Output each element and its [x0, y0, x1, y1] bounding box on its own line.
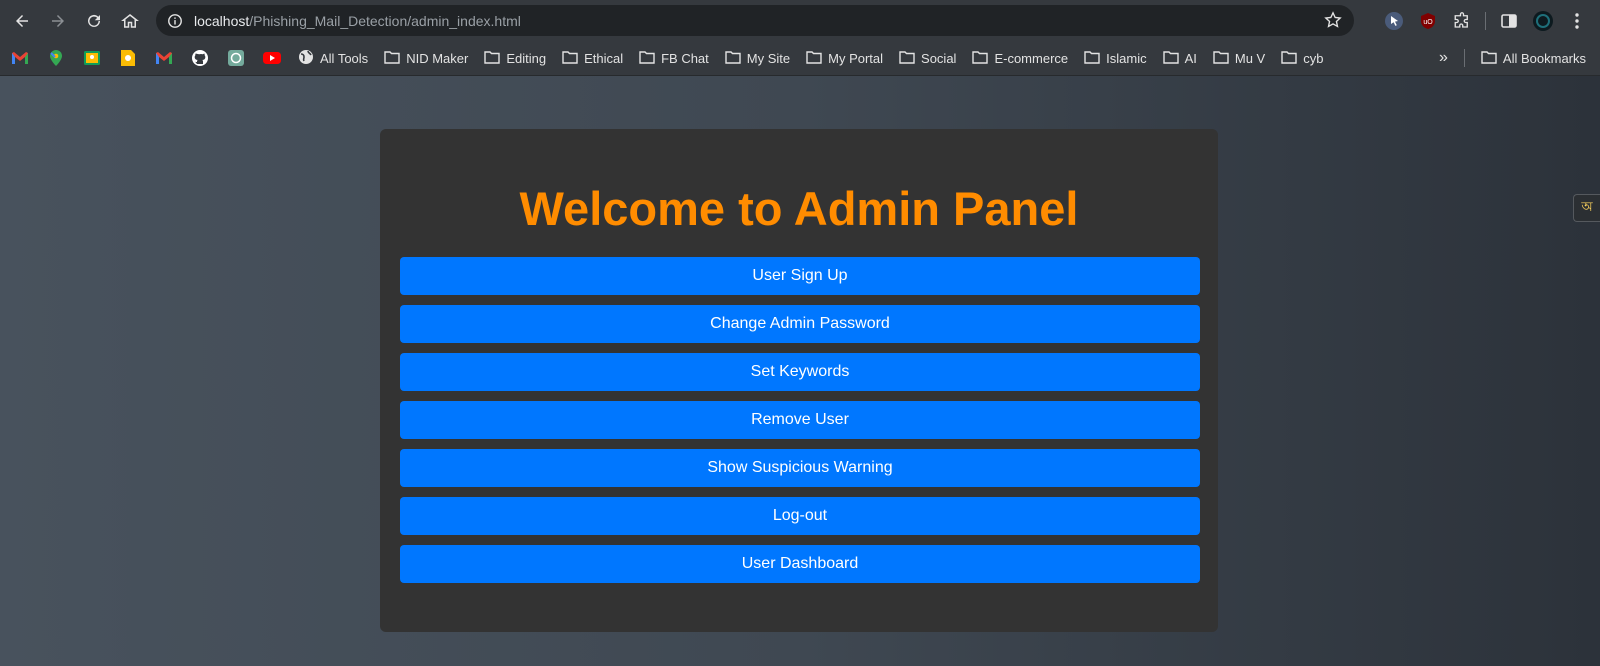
back-arrow-icon[interactable]: [6, 5, 38, 37]
page-content: Welcome to Admin Panel User Sign Up Chan…: [0, 76, 1600, 666]
bookmarks-right: » All Bookmarks: [1431, 41, 1600, 75]
reload-icon[interactable]: [78, 5, 110, 37]
browser-toolbar: localhost/Phishing_Mail_Detection/admin_…: [0, 0, 1600, 41]
folder-icon: [1162, 50, 1179, 67]
show-suspicious-warning-button[interactable]: Show Suspicious Warning: [400, 449, 1200, 487]
page-title: Welcome to Admin Panel: [519, 182, 1079, 235]
side-extension-tab[interactable]: অ: [1573, 194, 1600, 222]
folder-icon: [562, 50, 578, 67]
bookmarks-overflow-icon[interactable]: »: [1431, 49, 1456, 67]
side-panel-icon[interactable]: [1492, 4, 1526, 38]
ublock-icon[interactable]: uO: [1411, 4, 1445, 38]
bookmark-folder[interactable]: E-commerce: [964, 50, 1076, 67]
bookmark-label: Islamic: [1106, 50, 1147, 66]
bookmark-label: Social: [921, 50, 957, 66]
folder-icon: [384, 50, 400, 67]
star-icon[interactable]: [1324, 11, 1342, 34]
url-path: /Phishing_Mail_Detection/admin_index.htm…: [249, 12, 521, 29]
bookmark-label: My Site: [746, 50, 791, 66]
log-out-button[interactable]: Log-out: [400, 497, 1200, 535]
bookmark-label: My Portal: [828, 50, 884, 66]
bookmark-folder[interactable]: Mu V: [1205, 50, 1273, 67]
bookmark-folder[interactable]: Editing: [476, 50, 554, 67]
cursor-extension-icon[interactable]: [1377, 4, 1411, 38]
gmail-icon-2[interactable]: [154, 48, 174, 68]
folder-icon: [806, 50, 822, 67]
github-icon[interactable]: [190, 48, 210, 68]
folder-icon: [639, 50, 655, 67]
bookmark-label: FB Chat: [661, 50, 709, 66]
bookmark-folder[interactable]: AI: [1155, 50, 1205, 67]
gmail-icon[interactable]: [10, 48, 30, 68]
folder-icon: [484, 50, 501, 67]
folder-icon: [1481, 50, 1497, 67]
url-host: localhost: [194, 12, 250, 29]
folder-icon: [972, 50, 989, 67]
folder-icon: [1213, 50, 1229, 67]
globe-icon: [298, 49, 314, 68]
bookmark-label: Editing: [506, 50, 547, 66]
extensions-area: uO: [1377, 0, 1600, 41]
bookmark-label: All Tools: [320, 50, 369, 66]
bookmark-folder[interactable]: My Portal: [798, 50, 891, 67]
admin-panel-card: Welcome to Admin Panel User Sign Up Chan…: [380, 129, 1218, 632]
bookmarks-bar: All Tools NID Maker Editing Ethical FB Chat…: [0, 41, 1600, 76]
bookmark-label: Mu V: [1234, 50, 1266, 66]
bookmarks-separator: [1463, 49, 1465, 67]
profile-avatar-icon[interactable]: [1526, 4, 1560, 38]
toolbar-separator: [1485, 11, 1486, 30]
classroom-icon[interactable]: [82, 48, 102, 68]
bookmark-folder[interactable]: cyb: [1273, 50, 1331, 67]
bookmark-label: E-commerce: [994, 50, 1069, 66]
bookmark-label: Ethical: [584, 50, 624, 66]
puzzle-extensions-icon[interactable]: [1445, 4, 1479, 38]
user-dashboard-button[interactable]: User Dashboard: [400, 545, 1200, 583]
bookmark-label: NID Maker: [406, 50, 469, 66]
site-info-icon[interactable]: [166, 12, 184, 30]
bookmark-all-tools[interactable]: All Tools: [290, 49, 376, 68]
folder-icon: [1281, 50, 1297, 67]
kebab-menu-icon[interactable]: [1560, 4, 1594, 38]
bookmark-label: cyb: [1303, 50, 1324, 66]
folder-icon: [725, 50, 741, 67]
keep-icon[interactable]: [118, 48, 138, 68]
address-bar[interactable]: localhost/Phishing_Mail_Detection/admin_…: [156, 5, 1354, 36]
remove-user-button[interactable]: Remove User: [400, 401, 1200, 439]
youtube-icon[interactable]: [262, 48, 282, 68]
svg-text:uO: uO: [1423, 19, 1433, 26]
bookmark-folder[interactable]: NID Maker: [376, 50, 476, 67]
url-text[interactable]: localhost/Phishing_Mail_Detection/admin_…: [194, 13, 521, 29]
forward-arrow-icon[interactable]: [42, 5, 74, 37]
set-keywords-button[interactable]: Set Keywords: [400, 353, 1200, 391]
bookmark-all-bookmarks[interactable]: All Bookmarks: [1473, 50, 1600, 67]
bookmark-folder[interactable]: FB Chat: [631, 50, 717, 67]
home-icon[interactable]: [114, 5, 146, 37]
bookmark-folder[interactable]: Social: [891, 50, 964, 67]
bookmark-folders: NID Maker Editing Ethical FB Chat My Site My …: [376, 50, 1331, 67]
change-admin-password-button[interactable]: Change Admin Password: [400, 305, 1200, 343]
admin-menu: User Sign Up Change Admin Password Set K…: [400, 257, 1200, 593]
folder-icon: [899, 50, 915, 67]
user-sign-up-button[interactable]: User Sign Up: [400, 257, 1200, 295]
maps-icon[interactable]: [46, 48, 66, 68]
bookmark-folder[interactable]: Ethical: [554, 50, 631, 67]
bookmark-folder[interactable]: Islamic: [1076, 50, 1154, 67]
bookmark-label: AI: [1184, 50, 1197, 66]
chatgpt-icon[interactable]: [226, 48, 246, 68]
folder-icon: [1084, 50, 1100, 67]
bookmark-folder[interactable]: My Site: [717, 50, 798, 67]
bookmark-label: All Bookmarks: [1502, 50, 1586, 66]
